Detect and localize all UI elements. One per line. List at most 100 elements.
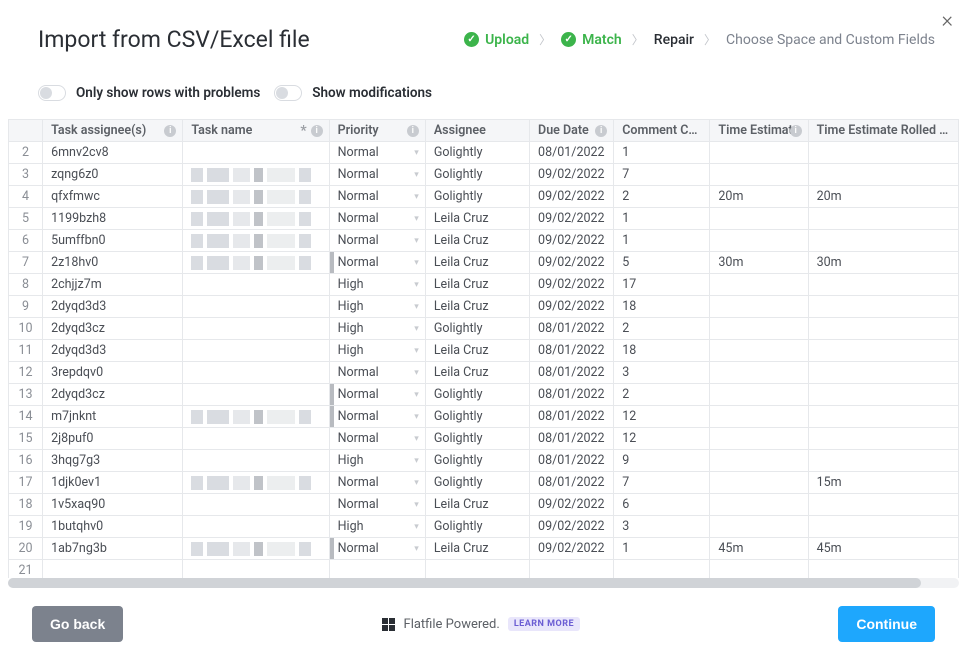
cell-task-name[interactable] [183,318,329,340]
cell-due-date[interactable]: 08/01/2022 [530,384,614,406]
cell-task-assignees[interactable]: qfxfmwc [43,186,183,208]
cell-priority[interactable]: Normal▾ [329,428,425,450]
table-row[interactable]: 92dyqd3d3High▾Leila Cruz09/02/202218 [9,296,959,318]
cell-due-date[interactable]: 09/02/2022 [530,516,614,538]
info-icon[interactable]: i [407,125,419,137]
cell-assignee[interactable]: Leila Cruz [425,362,529,384]
cell-task-name[interactable] [183,538,329,560]
cell-task-assignees[interactable]: 3hqg7g3 [43,450,183,472]
cell-comment-count[interactable]: 17 [614,274,710,296]
cell-priority[interactable]: High▾ [329,340,425,362]
cell-task-assignees[interactable]: 2chjjz7m [43,274,183,296]
col-time-estimate-rolled-up[interactable]: Time Estimate Rolled Up [808,120,958,142]
table-row[interactable]: 21 [9,560,959,579]
cell-time-estimate-rolled-up[interactable] [808,406,958,428]
dropdown-arrow-icon[interactable]: ▾ [414,148,419,158]
cell-priority[interactable]: Normal▾ [329,142,425,164]
cell-due-date[interactable]: 08/01/2022 [530,318,614,340]
dropdown-arrow-icon[interactable]: ▾ [414,346,419,356]
cell-time-estimate-rolled-up[interactable] [808,384,958,406]
dropdown-arrow-icon[interactable]: ▾ [414,236,419,246]
cell-time-estimate-rolled-up[interactable] [808,296,958,318]
col-comment-count[interactable]: Comment Count [614,120,710,142]
dropdown-arrow-icon[interactable]: ▾ [414,544,419,554]
cell-due-date[interactable]: 09/02/2022 [530,186,614,208]
cell-task-name[interactable] [183,516,329,538]
cell-comment-count[interactable]: 18 [614,340,710,362]
table-row[interactable]: 152j8puf0Normal▾Golightly08/01/202212 [9,428,959,450]
cell-time-estimate-rolled-up[interactable]: 45m [808,538,958,560]
cell-priority[interactable]: High▾ [329,450,425,472]
cell-task-assignees[interactable]: 2dyqd3cz [43,318,183,340]
cell-priority[interactable]: Normal▾ [329,186,425,208]
cell-task-name[interactable] [183,274,329,296]
cell-assignee[interactable]: Leila Cruz [425,494,529,516]
cell-assignee[interactable]: Leila Cruz [425,296,529,318]
step-repair[interactable]: Repair [654,32,694,48]
cell-task-name[interactable] [183,362,329,384]
cell-assignee[interactable]: Golightly [425,318,529,340]
cell-time-estimate[interactable] [710,384,808,406]
cell-due-date[interactable]: 09/02/2022 [530,538,614,560]
cell-time-estimate-rolled-up[interactable]: 30m [808,252,958,274]
table-row[interactable]: 14m7jnkntNormal▾Golightly08/01/202212 [9,406,959,428]
step-choose-space[interactable]: Choose Space and Custom Fields [726,32,935,48]
col-due-date[interactable]: Due Date i [530,120,614,142]
cell-comment-count[interactable]: 5 [614,252,710,274]
cell-task-assignees[interactable]: 1v5xaq90 [43,494,183,516]
dropdown-arrow-icon[interactable]: ▾ [414,368,419,378]
cell-task-name[interactable] [183,384,329,406]
cell-time-estimate-rolled-up[interactable] [808,516,958,538]
cell-comment-count[interactable]: 3 [614,516,710,538]
cell-time-estimate-rolled-up[interactable] [808,208,958,230]
cell-comment-count[interactable]: 1 [614,538,710,560]
table-row[interactable]: 72z18hv0Normal▾Leila Cruz09/02/2022530m3… [9,252,959,274]
cell-time-estimate[interactable]: 20m [710,186,808,208]
cell-task-assignees[interactable]: 2dyqd3d3 [43,340,183,362]
cell-time-estimate-rolled-up[interactable] [808,560,958,579]
table-row[interactable]: 51199bzh8Normal▾Leila Cruz09/02/20221 [9,208,959,230]
cell-time-estimate[interactable] [710,450,808,472]
cell-priority[interactable]: Normal▾ [329,494,425,516]
cell-due-date[interactable]: 08/01/2022 [530,362,614,384]
dropdown-arrow-icon[interactable]: ▾ [414,478,419,488]
cell-priority[interactable]: High▾ [329,296,425,318]
cell-priority[interactable]: Normal▾ [329,362,425,384]
cell-time-estimate[interactable]: 45m [710,538,808,560]
cell-time-estimate-rolled-up[interactable] [808,494,958,516]
cell-time-estimate-rolled-up[interactable] [808,142,958,164]
cell-time-estimate[interactable] [710,142,808,164]
cell-task-name[interactable] [183,186,329,208]
table-row[interactable]: 65umffbn0Normal▾Leila Cruz09/02/20221 [9,230,959,252]
cell-task-name[interactable] [183,472,329,494]
cell-time-estimate[interactable] [710,362,808,384]
cell-time-estimate[interactable] [710,318,808,340]
col-priority[interactable]: Priority i [329,120,425,142]
col-assignee[interactable]: Assignee [425,120,529,142]
cell-task-assignees[interactable]: 1djk0ev1 [43,472,183,494]
table-row[interactable]: 132dyqd3czNormal▾Golightly08/01/20222 [9,384,959,406]
cell-time-estimate-rolled-up[interactable] [808,274,958,296]
cell-task-name[interactable] [183,340,329,362]
cell-priority[interactable] [329,560,425,579]
cell-due-date[interactable]: 08/01/2022 [530,340,614,362]
cell-time-estimate[interactable] [710,560,808,579]
table-row[interactable]: 4qfxfmwcNormal▾Golightly09/02/2022220m20… [9,186,959,208]
cell-task-name[interactable] [183,406,329,428]
info-icon[interactable]: i [790,125,802,137]
cell-comment-count[interactable]: 2 [614,186,710,208]
cell-assignee[interactable]: Leila Cruz [425,274,529,296]
cell-time-estimate[interactable] [710,230,808,252]
cell-due-date[interactable]: 08/01/2022 [530,472,614,494]
info-icon[interactable]: i [595,125,607,137]
cell-task-name[interactable] [183,494,329,516]
cell-task-name[interactable] [183,450,329,472]
cell-comment-count[interactable]: 9 [614,450,710,472]
cell-assignee[interactable]: Leila Cruz [425,252,529,274]
cell-due-date[interactable]: 09/02/2022 [530,208,614,230]
cell-comment-count[interactable]: 1 [614,208,710,230]
dropdown-arrow-icon[interactable]: ▾ [414,456,419,466]
cell-priority[interactable]: Normal▾ [329,208,425,230]
learn-more-badge[interactable]: LEARN MORE [508,617,580,631]
cell-comment-count[interactable]: 7 [614,472,710,494]
